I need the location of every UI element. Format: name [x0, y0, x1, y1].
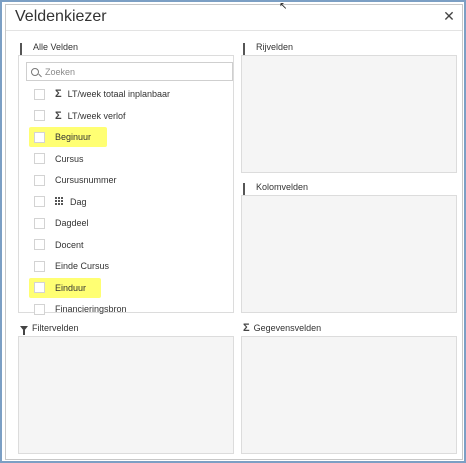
field-list-item[interactable]: Cursus [19, 151, 84, 167]
field-checkbox[interactable] [34, 131, 45, 143]
field-label: Beginuur [55, 132, 92, 142]
field-list-item[interactable]: Einde Cursus [19, 258, 109, 274]
values-header: Σ Gegevensvelden [243, 322, 321, 334]
field-checkbox[interactable] [34, 260, 45, 272]
grid-icon [20, 42, 29, 61]
field-list-item[interactable]: Beginuur [19, 127, 107, 147]
rows-drop-zone[interactable] [241, 55, 457, 173]
field-list-item[interactable]: Σ LT/week verlof [19, 108, 125, 124]
search-field[interactable] [26, 62, 233, 81]
field-list-item[interactable]: Σ LT/week totaal inplanbaar [19, 86, 170, 102]
field-list-item[interactable]: Einduur [19, 277, 102, 298]
field-label: LT/week verlof [67, 110, 126, 121]
rows-header: Rijvelden [243, 41, 294, 61]
field-list-item[interactable]: Docent [19, 237, 84, 253]
field-label: Docent [55, 239, 84, 250]
grid-icon [243, 182, 252, 201]
field-label: Einde Cursus [55, 261, 110, 271]
field-checkbox[interactable] [34, 303, 45, 315]
field-checkbox[interactable] [34, 239, 45, 250]
field-label: Cursus [55, 153, 84, 164]
sigma-icon: Σ [55, 109, 62, 122]
grid-icon [243, 42, 252, 61]
field-list-item[interactable]: Cursusnummer [19, 172, 117, 188]
field-label: Einduur [55, 282, 87, 293]
filters-drop-zone[interactable] [18, 336, 234, 454]
sigma-icon: Σ [55, 88, 62, 100]
columns-title: Kolomvelden [256, 182, 309, 192]
close-icon[interactable]: ✕ [441, 8, 457, 24]
all-fields-title: Alle Velden [33, 42, 79, 52]
rows-title: Rijvelden [256, 42, 294, 52]
field-list-item[interactable]: Financieringsbron [19, 301, 127, 317]
filters-header: Filtervelden [20, 322, 79, 335]
field-checkbox[interactable] [34, 282, 45, 293]
field-list[interactable]: Σ LT/week totaal inplanbaar Σ LT/week verlo… [19, 82, 231, 322]
filter-icon [20, 326, 28, 335]
field-checkbox[interactable] [34, 153, 45, 164]
title-bar: Veldenkiezer ✕ [6, 5, 462, 31]
mouse-cursor-icon: ↖ [279, 1, 288, 12]
values-drop-zone[interactable] [241, 336, 457, 454]
grid-icon [55, 197, 64, 206]
field-label: Dag [70, 196, 87, 207]
field-label: Financieringsbron [55, 304, 127, 314]
field-checkbox[interactable] [34, 88, 45, 100]
field-chooser-dialog: Veldenkiezer ✕ ↖ Alle Velden Σ LT/week to… [5, 1, 463, 460]
search-input[interactable] [45, 66, 225, 77]
field-label: Cursusnummer [55, 175, 117, 185]
field-checkbox[interactable] [34, 110, 45, 121]
columns-header: Kolomvelden [243, 181, 309, 201]
field-list-item[interactable]: Dagdeel [19, 215, 89, 231]
field-label: Dagdeel [55, 218, 89, 228]
field-checkbox[interactable] [34, 196, 45, 207]
filters-title: Filtervelden [32, 323, 79, 333]
all-fields-list-box: Σ LT/week totaal inplanbaar Σ LT/week verlo… [18, 55, 234, 315]
window-frame: Veldenkiezer ✕ ↖ Alle Velden Σ LT/week to… [0, 0, 466, 463]
sigma-icon: Σ [243, 321, 250, 334]
dialog-title: Veldenkiezer [15, 8, 107, 25]
search-icon [31, 67, 39, 76]
field-checkbox[interactable] [34, 174, 45, 186]
field-list-item[interactable]: Dag [19, 194, 87, 210]
all-fields-header: Alle Velden [20, 41, 79, 61]
columns-drop-zone[interactable] [241, 195, 457, 313]
field-label: LT/week totaal inplanbaar [67, 89, 171, 99]
values-title: Gegevensvelden [253, 323, 322, 333]
field-checkbox[interactable] [34, 217, 45, 229]
